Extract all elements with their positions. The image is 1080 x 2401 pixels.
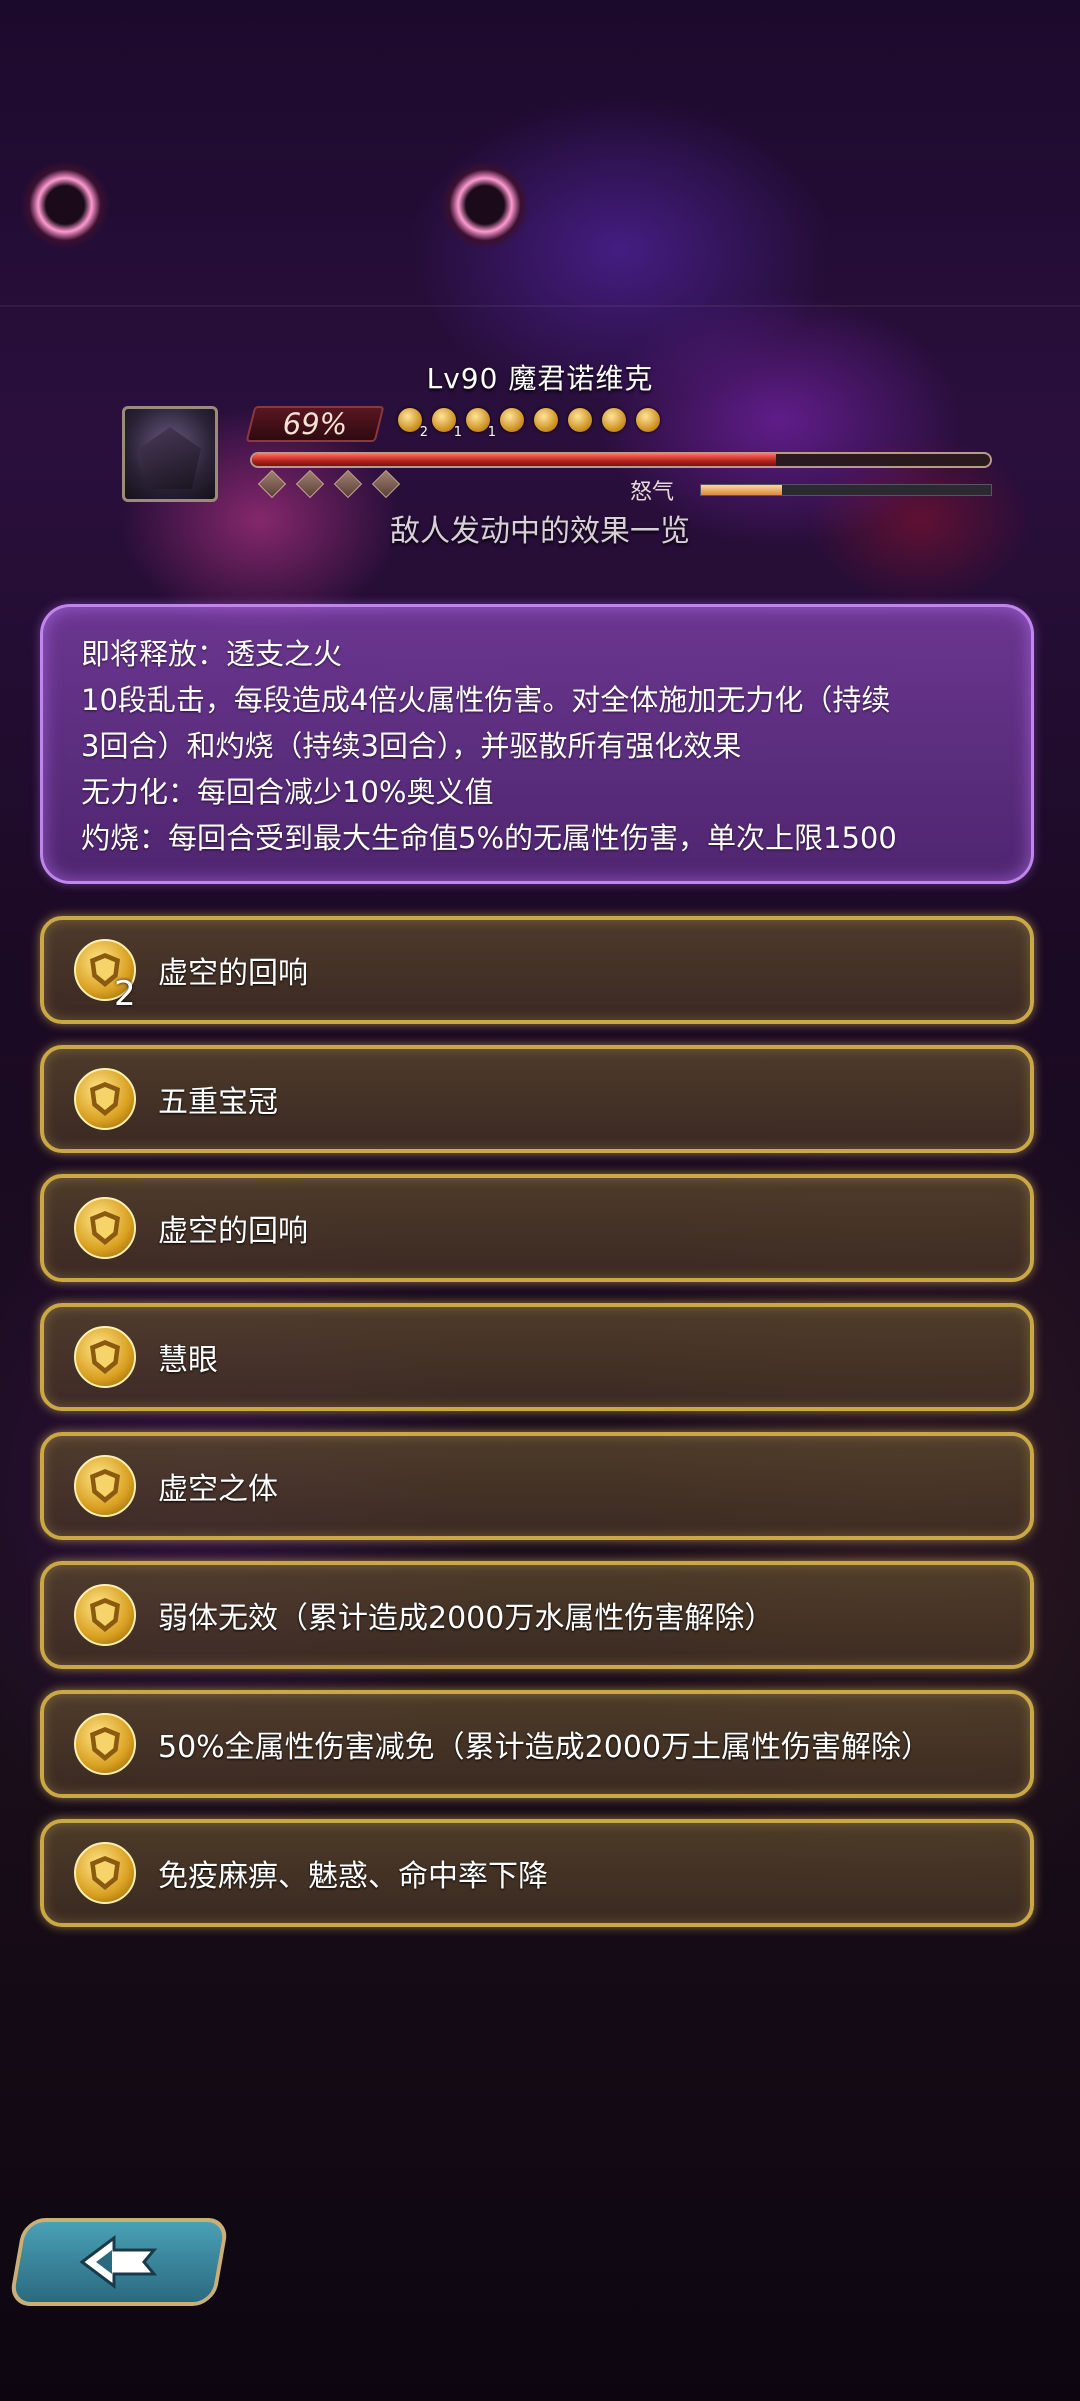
skill-description-line: 3回合）和灼烧（持续3回合），并驱散所有强化效果 (81, 729, 742, 763)
back-button[interactable] (8, 2218, 230, 2306)
upcoming-skill-panel: 即将释放：透支之火 10段乱击，每段造成4倍火属性伤害。对全体施加无力化（持续 … (40, 604, 1034, 884)
diamond-icon (295, 469, 325, 499)
boss-eye-left (20, 160, 110, 250)
diamond-icon (257, 469, 287, 499)
medal-icon: 2 (398, 408, 428, 440)
effect-item[interactable]: 50%全属性伤害减免（累计造成2000万土属性伤害解除） (40, 1690, 1034, 1798)
skill-description-line: 10段乱击，每段造成4倍火属性伤害。对全体施加无力化（持续 (81, 683, 891, 717)
back-arrow-icon (16, 2218, 222, 2306)
rage-bar-fill (701, 485, 783, 495)
medal-icon (568, 408, 592, 432)
divider (0, 305, 1080, 307)
hp-percent-text: 69% (282, 407, 348, 441)
boss-name: Lv90 魔君诺维克 (426, 362, 654, 395)
buff-shield-icon (74, 1713, 136, 1775)
effect-label: 50%全属性伤害减免（累计造成2000万土属性伤害解除） (158, 1730, 932, 1765)
buff-shield-icon (74, 1584, 136, 1646)
medal-icon (636, 408, 660, 432)
skill-title: 即将释放：透支之火 (81, 637, 343, 671)
diamond-icon (333, 469, 363, 499)
effect-label: 免疫麻痹、魅惑、命中率下降 (158, 1859, 548, 1894)
effect-item[interactable]: 弱体无效（累计造成2000万水属性伤害解除） (40, 1561, 1034, 1669)
hp-bar (250, 452, 992, 468)
stack-count: 2 (114, 974, 136, 1014)
medal-icon: 1 (432, 408, 462, 440)
effect-item[interactable]: 慧眼 (40, 1303, 1034, 1411)
page-title: 敌人发动中的效果一览 (390, 514, 690, 549)
buff-shield-icon (74, 1068, 136, 1130)
skill-debuff-line: 无力化：每回合减少10%奥义值 (81, 775, 494, 809)
medal-row: 2 1 1 (398, 408, 660, 440)
effect-label: 慧眼 (158, 1343, 218, 1378)
boss-portrait (122, 406, 218, 502)
hp-bar-fill (252, 454, 776, 466)
medal-icon (602, 408, 626, 432)
buff-shield-icon (74, 1326, 136, 1388)
medal-icon (534, 408, 558, 432)
medal-count: 1 (487, 425, 496, 440)
skill-debuff-line: 灼烧：每回合受到最大生命值5%的无属性伤害，单次上限1500 (81, 821, 897, 855)
medal-icon: 1 (466, 408, 496, 440)
effect-item[interactable]: 五重宝冠 (40, 1045, 1034, 1153)
effect-label: 五重宝冠 (158, 1085, 278, 1120)
effect-list: 2 虚空的回响 五重宝冠 虚空的回响 慧眼 虚空之体 弱体无效（累计造成2000… (40, 916, 1034, 1948)
effect-label: 虚空的回响 (158, 956, 308, 991)
effect-item[interactable]: 2 虚空的回响 (40, 916, 1034, 1024)
buff-shield-icon (74, 1455, 136, 1517)
effect-item[interactable]: 虚空的回响 (40, 1174, 1034, 1282)
buff-shield-icon (74, 1842, 136, 1904)
buff-shield-icon (74, 1197, 136, 1259)
medal-icon (500, 408, 524, 432)
effect-label: 虚空之体 (158, 1472, 278, 1507)
break-gauge (257, 469, 401, 499)
diamond-icon (371, 469, 401, 499)
effect-item[interactable]: 免疫麻痹、魅惑、命中率下降 (40, 1819, 1034, 1927)
medal-count: 2 (419, 425, 428, 440)
hp-percent-badge: 69% (245, 406, 385, 442)
boss-eye-right (440, 160, 530, 250)
effect-label: 虚空的回响 (158, 1214, 308, 1249)
effect-item[interactable]: 虚空之体 (40, 1432, 1034, 1540)
effect-label: 弱体无效（累计造成2000万水属性伤害解除） (158, 1601, 775, 1636)
rage-label: 怒气 (630, 480, 675, 505)
rage-bar (700, 484, 992, 496)
medal-count: 1 (453, 425, 462, 440)
